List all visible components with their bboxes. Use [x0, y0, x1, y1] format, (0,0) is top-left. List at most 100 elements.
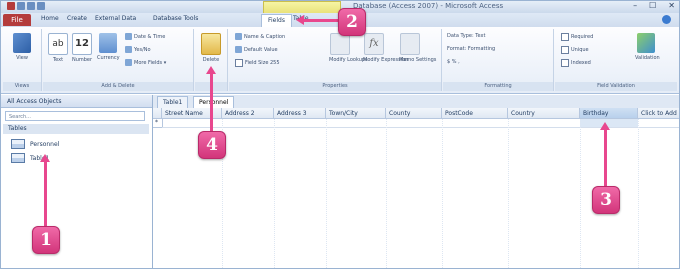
group-field-validation: Required Unique Indexed Validation Field…: [555, 29, 677, 91]
access-logo-icon: [7, 2, 15, 10]
group-add-delete: ab Text 12 Number Currency Date & Time Y…: [43, 29, 194, 91]
group-formatting: Data Type: Text Format: Formatting $ % ,…: [443, 29, 554, 91]
callout-3-badge: 3: [592, 186, 620, 214]
col-header-postcode[interactable]: PostCode: [442, 108, 508, 119]
group-views: View Views: [3, 29, 42, 91]
default-value-button[interactable]: Default Value: [235, 46, 278, 53]
callout-4-badge: 4: [198, 131, 226, 159]
quick-access-toolbar: [7, 2, 45, 10]
delete-icon: [201, 33, 221, 55]
nav-header[interactable]: All Access Objects: [1, 95, 152, 108]
col-header-click-to-add[interactable]: Click to Add: [638, 108, 679, 119]
indexed-checkbox[interactable]: Indexed: [561, 59, 591, 67]
validation-button[interactable]: Validation: [635, 33, 660, 61]
window-title: Database (Access 2007) - Microsoft Acces…: [353, 2, 504, 10]
col-header-town-city[interactable]: Town/City: [326, 108, 386, 119]
currency-field-button[interactable]: Currency: [97, 33, 120, 61]
memo-icon: [400, 33, 420, 55]
col-header-country[interactable]: Country: [508, 108, 580, 119]
required-box: [561, 33, 569, 41]
nav-item-personnel[interactable]: Personnel: [11, 139, 59, 149]
field-size-box: [235, 59, 243, 67]
minimize-button[interactable]: –: [633, 1, 637, 10]
callout-2-line: [303, 19, 339, 22]
col-header-address-3[interactable]: Address 3: [274, 108, 326, 119]
grid-line: [274, 119, 275, 268]
window-controls: – ☐ ✕: [633, 1, 675, 10]
grid-line: [508, 119, 509, 268]
group-properties: Name & Caption Default Value Field Size …: [229, 29, 442, 91]
callout-1-arrow-icon: [40, 154, 50, 162]
date-time-button[interactable]: Date & Time: [125, 33, 165, 40]
callout-3-line: [604, 129, 607, 187]
view-button[interactable]: View: [11, 33, 33, 61]
name-caption-icon: [235, 33, 242, 40]
callout-4-line: [210, 73, 213, 133]
callout-3-arrow-icon: [600, 122, 610, 130]
memo-settings-button[interactable]: Memo Settings: [399, 33, 436, 63]
unique-checkbox[interactable]: Unique: [561, 46, 589, 54]
undo-icon[interactable]: [27, 2, 35, 10]
grid-line: [638, 119, 639, 268]
format-select[interactable]: Format: Formatting: [447, 46, 495, 52]
grid-line: [386, 119, 387, 268]
close-button[interactable]: ✕: [668, 1, 675, 10]
save-icon[interactable]: [17, 2, 25, 10]
fx-icon: fx: [364, 33, 384, 55]
modify-expression-button[interactable]: fx Modify Expression: [363, 33, 408, 63]
grid-line: [580, 119, 581, 268]
col-header-address-2[interactable]: Address 2: [222, 108, 274, 119]
yes-no-button[interactable]: Yes/No: [125, 46, 151, 53]
file-tab[interactable]: File: [3, 14, 31, 26]
col-header-street-name[interactable]: Street Name: [162, 108, 222, 119]
text-field-button[interactable]: ab Text: [47, 33, 69, 63]
more-fields-icon: [125, 59, 132, 66]
validation-icon: [637, 33, 655, 53]
number-12-icon: 12: [72, 33, 92, 55]
tab-external-data[interactable]: External Data: [95, 15, 136, 22]
currency-icon: [99, 33, 117, 53]
number-format-buttons[interactable]: $ % ,: [447, 59, 460, 65]
table-icon: [11, 153, 25, 163]
default-value-icon: [235, 46, 242, 53]
field-size-input[interactable]: Field Size 255: [235, 59, 280, 67]
redo-icon[interactable]: [37, 2, 45, 10]
col-header-county[interactable]: County: [386, 108, 442, 119]
name-caption-button[interactable]: Name & Caption: [235, 33, 285, 40]
required-checkbox[interactable]: Required: [561, 33, 593, 41]
calendar-icon: [125, 33, 132, 40]
table-icon: [11, 139, 25, 149]
document-tabs: Table1 Personnel: [153, 95, 679, 109]
maximize-button[interactable]: ☐: [649, 1, 656, 10]
modify-lookups-button[interactable]: Modify Lookups: [329, 33, 368, 63]
callout-2-arrow-icon: [296, 15, 304, 25]
access-window: Database (Access 2007) - Microsoft Acces…: [0, 0, 680, 269]
row-selector-header: [153, 108, 162, 119]
col-header-birthday[interactable]: Birthday: [580, 108, 638, 119]
help-icon[interactable]: [662, 15, 671, 24]
number-field-button[interactable]: 12 Number: [71, 33, 93, 63]
tab-home[interactable]: Home: [41, 15, 59, 22]
more-fields-button[interactable]: More Fields ▾: [125, 59, 166, 66]
tab-database-tools[interactable]: Database Tools: [153, 15, 198, 22]
data-type-select[interactable]: Data Type: Text: [447, 33, 485, 39]
callout-1-badge: 1: [32, 226, 60, 254]
contextual-tab-table-tools: [263, 1, 341, 13]
callout-2-badge: 2: [338, 8, 366, 36]
unique-box: [561, 46, 569, 54]
nav-group-tables[interactable]: Tables: [3, 124, 149, 134]
tab-fields[interactable]: Fields: [261, 14, 292, 28]
lookups-icon: [330, 33, 350, 55]
delete-button[interactable]: Delete: [200, 33, 222, 63]
nav-search-input[interactable]: Search...: [5, 111, 145, 121]
checkbox-icon: [125, 46, 132, 53]
navigation-pane: All Access Objects Search... Tables Pers…: [1, 95, 153, 268]
text-ab-icon: ab: [48, 33, 68, 55]
callout-4-arrow-icon: [206, 66, 216, 74]
view-icon: [13, 33, 31, 53]
callout-1-line: [44, 161, 47, 227]
ribbon: View Views ab Text 12 Number Currency Da…: [1, 27, 679, 94]
tab-create[interactable]: Create: [67, 15, 87, 22]
grid-line: [442, 119, 443, 268]
indexed-box: [561, 59, 569, 67]
